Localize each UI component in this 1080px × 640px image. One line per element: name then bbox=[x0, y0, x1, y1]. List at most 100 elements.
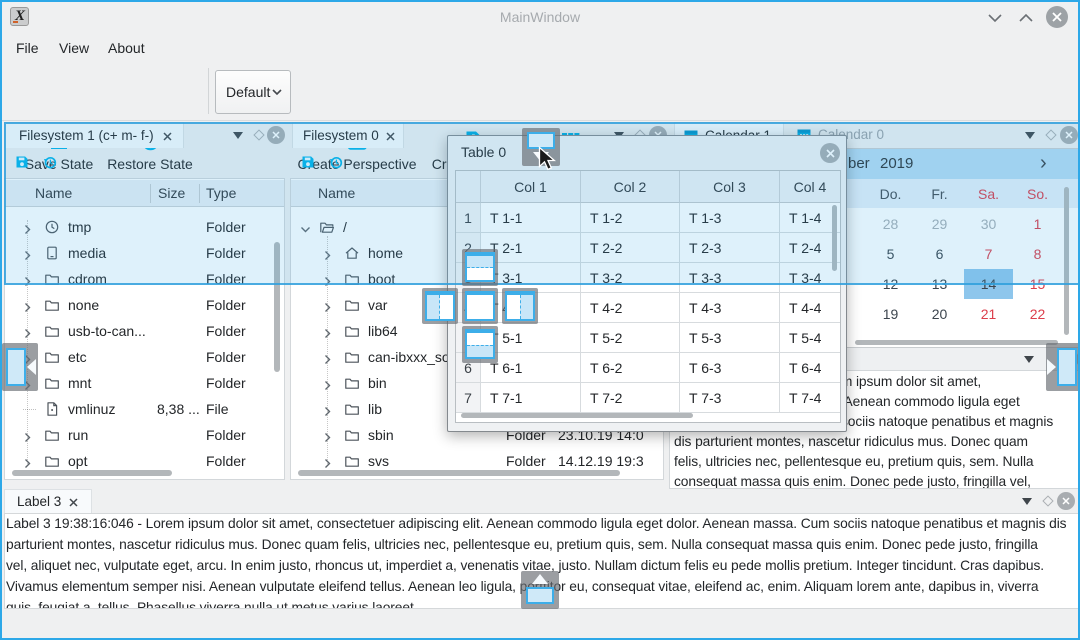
expander-icon[interactable] bbox=[322, 300, 333, 311]
expander-icon[interactable] bbox=[22, 456, 33, 467]
main-window: X MainWindow File View About Save State … bbox=[0, 0, 1080, 640]
expander-icon[interactable] bbox=[22, 326, 33, 337]
minimize-button[interactable] bbox=[987, 11, 1003, 23]
toolbar: Save State Restore State Default Create … bbox=[2, 62, 1078, 121]
folder-icon bbox=[44, 453, 60, 469]
calendar-day[interactable]: 22 bbox=[1013, 299, 1062, 329]
drop-indicator-left-edge[interactable] bbox=[2, 343, 38, 391]
tree-item-type: Folder bbox=[206, 422, 246, 448]
expander-icon[interactable] bbox=[22, 300, 33, 311]
drop-indicator-center[interactable] bbox=[462, 288, 498, 324]
drop-indicator-split-bottom[interactable] bbox=[462, 326, 498, 363]
perspective-combobox[interactable]: Default bbox=[215, 70, 291, 114]
folder-icon bbox=[44, 297, 60, 313]
tree-item-name: bin bbox=[368, 370, 387, 396]
tree-row[interactable]: etcFolder bbox=[4, 344, 284, 370]
tree-row[interactable]: optFolder bbox=[4, 448, 284, 472]
dock-close-button[interactable] bbox=[1057, 492, 1075, 510]
drop-indicator-split-top[interactable] bbox=[462, 249, 498, 286]
menu-view[interactable]: View bbox=[59, 34, 89, 62]
drop-indicator-bottom-edge[interactable] bbox=[521, 571, 559, 609]
table-cell[interactable]: T 4-2 bbox=[581, 293, 680, 323]
expander-icon[interactable] bbox=[322, 378, 333, 389]
folder-icon bbox=[344, 401, 360, 417]
tree-row[interactable]: vmlinuz8,38 ...File bbox=[4, 396, 284, 422]
dock-menu-button[interactable] bbox=[1024, 356, 1034, 363]
folder-icon bbox=[44, 427, 60, 443]
dock-label3-tabbar: Label 3 bbox=[4, 489, 1080, 513]
table-cell[interactable]: T 7-2 bbox=[581, 383, 680, 413]
table-row-header[interactable]: 7 bbox=[456, 383, 481, 413]
save-state-button[interactable]: Save State bbox=[18, 62, 100, 118]
expander-icon[interactable] bbox=[322, 326, 333, 337]
expander-icon[interactable] bbox=[322, 404, 333, 415]
menu-about[interactable]: About bbox=[108, 34, 145, 62]
expander-icon[interactable] bbox=[22, 430, 33, 441]
tree-item-modified: 14.12.19 19:3 bbox=[558, 448, 644, 472]
table-cell[interactable]: T 6-2 bbox=[581, 353, 680, 383]
tree-item-name: etc bbox=[68, 344, 87, 370]
expander-icon[interactable] bbox=[322, 352, 333, 363]
close-icon bbox=[1062, 497, 1070, 505]
drop-indicator-split-right[interactable] bbox=[502, 288, 538, 324]
tree-row[interactable]: usb-to-can...Folder bbox=[4, 318, 284, 344]
horizontal-scrollbar[interactable] bbox=[461, 413, 693, 418]
tab-label3-label: Label 3 bbox=[17, 490, 61, 514]
folder-icon bbox=[344, 349, 360, 365]
text-line: consequat massa quis enim. Donec pede ju… bbox=[674, 474, 1031, 488]
arrow-right-icon bbox=[1047, 359, 1056, 375]
table-cell[interactable]: T 6-4 bbox=[780, 353, 841, 383]
dock-menu-button[interactable] bbox=[1022, 498, 1032, 505]
tree-row[interactable]: runFolder bbox=[4, 422, 284, 448]
mouse-cursor bbox=[538, 146, 557, 176]
expander-icon[interactable] bbox=[322, 456, 333, 467]
horizontal-scrollbar[interactable] bbox=[12, 470, 172, 476]
table-cell[interactable]: T 5-4 bbox=[780, 323, 841, 353]
horizontal-scrollbar[interactable] bbox=[298, 470, 620, 476]
table-cell[interactable]: T 4-3 bbox=[680, 293, 780, 323]
folder-icon bbox=[344, 323, 360, 339]
create-perspective-button[interactable]: Create Perspective bbox=[290, 62, 424, 118]
maximize-button[interactable] bbox=[1018, 11, 1034, 23]
table-cell[interactable]: T 5-3 bbox=[680, 323, 780, 353]
table-cell[interactable]: T 7-3 bbox=[680, 383, 780, 413]
tree-item-type: File bbox=[206, 396, 229, 422]
restore-state-button[interactable]: Restore State bbox=[102, 62, 198, 118]
folder-icon bbox=[344, 375, 360, 391]
tree-row[interactable]: mntFolder bbox=[4, 370, 284, 396]
table-cell[interactable]: T 7-1 bbox=[481, 383, 581, 413]
tree-item-name: sbin bbox=[368, 422, 394, 448]
expander-icon[interactable] bbox=[322, 430, 333, 441]
create-table-button[interactable]: Create Table bbox=[524, 62, 616, 118]
text-line: quis, feugiat a, tellus. Phasellus viver… bbox=[6, 600, 417, 608]
tree-item-name: mnt bbox=[68, 370, 91, 396]
table-cell[interactable]: T 6-3 bbox=[680, 353, 780, 383]
table-cell[interactable]: T 4-4 bbox=[780, 293, 841, 323]
tree-row[interactable]: svsFolder14.12.19 19:3 bbox=[290, 448, 663, 472]
drop-indicator-split-left[interactable] bbox=[422, 288, 458, 324]
table-cell[interactable]: T 5-2 bbox=[581, 323, 680, 353]
dock-float-button[interactable] bbox=[1042, 495, 1053, 506]
calendar-day[interactable]: 21 bbox=[964, 299, 1013, 329]
text-line: Label 3 19:38:16:046 - Lorem ipsum dolor… bbox=[6, 516, 1066, 531]
table-cell[interactable]: T 7-4 bbox=[780, 383, 841, 413]
tree-row[interactable]: noneFolder bbox=[4, 292, 284, 318]
tree-item-name: opt bbox=[68, 448, 87, 472]
close-button[interactable] bbox=[1046, 6, 1068, 28]
horizontal-scrollbar[interactable] bbox=[855, 340, 1058, 345]
create-editor-button[interactable]: Create Editor bbox=[424, 62, 522, 118]
titlebar[interactable]: X MainWindow bbox=[2, 2, 1078, 32]
tab-label3[interactable]: Label 3 bbox=[4, 489, 92, 513]
calendar-day[interactable]: 19 bbox=[866, 299, 915, 329]
text-line: parturient montes, nascetur ridiculus mu… bbox=[6, 537, 1038, 552]
tab-close-icon[interactable] bbox=[69, 498, 78, 507]
text-line: dis parturient montes, nascetur ridiculu… bbox=[674, 434, 1028, 449]
menu-file[interactable]: File bbox=[16, 34, 39, 62]
tree-item-name: none bbox=[68, 292, 99, 318]
drop-indicator-right-edge[interactable] bbox=[1046, 343, 1080, 391]
calendar-day[interactable]: 20 bbox=[915, 299, 964, 329]
perspective-combo-value: Default bbox=[226, 71, 270, 113]
close-icon bbox=[1052, 12, 1062, 22]
file-icon bbox=[44, 401, 60, 417]
tree-item-size: 8,38 ... bbox=[157, 396, 200, 422]
